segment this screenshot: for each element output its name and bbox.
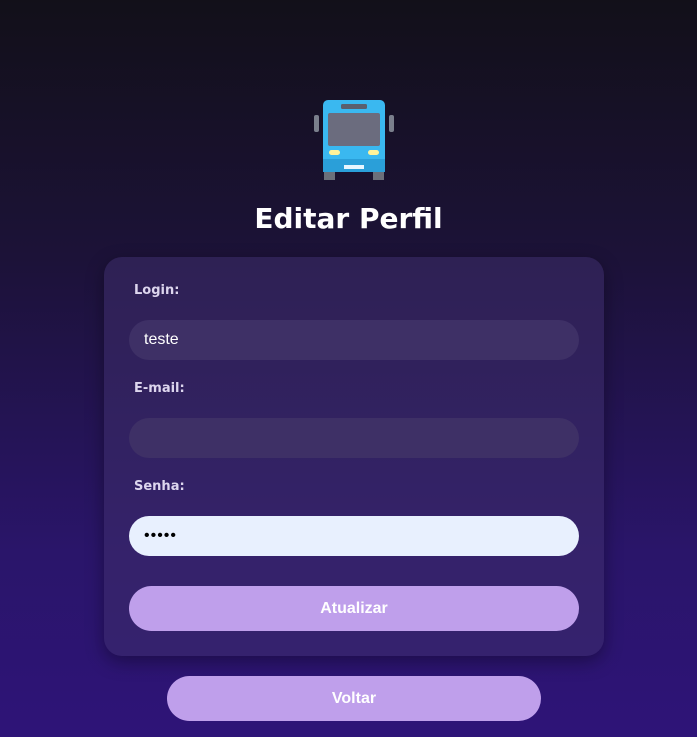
login-input[interactable] <box>129 320 579 360</box>
password-label: Senha: <box>134 479 185 494</box>
email-label: E-mail: <box>134 381 185 396</box>
edit-profile-form: Login: E-mail: Senha: Atualizar <box>104 257 604 656</box>
update-button[interactable]: Atualizar <box>129 586 579 631</box>
email-field[interactable] <box>129 418 579 458</box>
bus-icon <box>314 99 394 181</box>
login-label: Login: <box>134 283 180 298</box>
back-button[interactable]: Voltar <box>167 676 541 721</box>
page-title: Editar Perfil <box>254 202 443 235</box>
password-field[interactable] <box>129 516 579 556</box>
